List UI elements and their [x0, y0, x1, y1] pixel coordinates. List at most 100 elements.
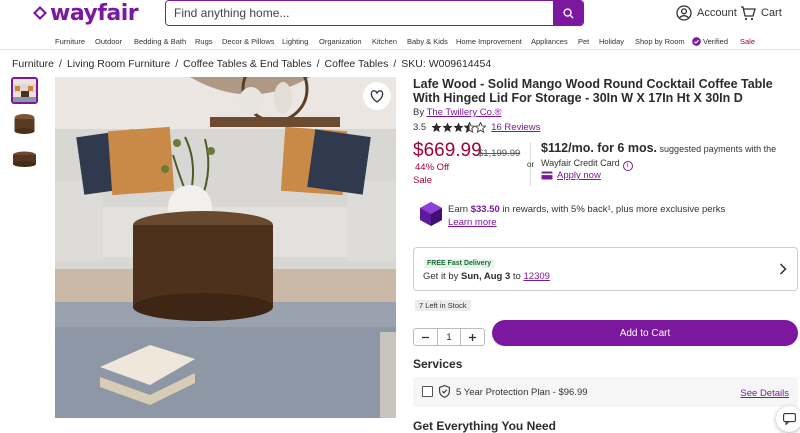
breadcrumb-separator: /: [393, 58, 397, 70]
protection-plan-label: 5 Year Protection Plan - $96.99: [456, 387, 588, 398]
nav-item-verified[interactable]: Verified: [692, 37, 728, 46]
heart-icon: [370, 89, 384, 103]
shield-icon: [439, 385, 450, 398]
rating-value: 3.5: [413, 122, 427, 133]
zip-code-link[interactable]: 12309: [524, 271, 550, 282]
thumbnail-table-side-image: [11, 146, 38, 173]
free-delivery-badge: FREE Fast Delivery: [424, 259, 495, 268]
star-icon: [453, 122, 464, 133]
nav-item-pet[interactable]: Pet: [578, 37, 589, 46]
info-icon[interactable]: i: [622, 161, 633, 171]
apply-now-row: Apply now: [541, 170, 601, 181]
nav-item-home-improvement[interactable]: Home Improvement: [456, 37, 522, 46]
chat-button[interactable]: [776, 406, 800, 432]
thumbnail-3[interactable]: [11, 146, 38, 173]
coffee-table-room-photo: [55, 77, 396, 418]
nav-item-bedding-bath[interactable]: Bedding & Bath: [134, 37, 186, 46]
nav-item-sale[interactable]: Sale: [740, 37, 755, 46]
decrease-quantity-button[interactable]: [414, 329, 437, 345]
delivery-prefix: Get it by: [423, 271, 459, 282]
thumbnail-1[interactable]: [11, 77, 38, 104]
nav-item-baby-kids[interactable]: Baby & Kids: [407, 37, 448, 46]
nav-item-appliances[interactable]: Appliances: [531, 37, 568, 46]
nav-item-organization[interactable]: Organization: [319, 37, 362, 46]
rewards-amount: $33.50: [470, 204, 500, 215]
reviews-link[interactable]: 16 Reviews: [491, 122, 540, 133]
plus-icon: [469, 333, 477, 341]
logo-text: wayfair: [50, 0, 139, 26]
star-icon: [442, 122, 453, 133]
account-button[interactable]: Account: [676, 5, 737, 21]
quantity-stepper: 1: [413, 328, 485, 346]
everything-heading: Get Everything You Need: [413, 419, 556, 433]
financing-info: $112/mo. for 6 mos. suggested payments w…: [541, 141, 796, 171]
rating-stars: [431, 122, 487, 133]
stock-badge: 7 Left in Stock: [415, 300, 471, 311]
delivery-estimate: Get it by Sun, Aug 3 to 12309: [423, 271, 550, 282]
thumbnail-2[interactable]: [11, 111, 38, 138]
wayfair-logo[interactable]: wayfair: [32, 0, 139, 26]
delivery-box[interactable]: FREE Fast Delivery Get it by Sun, Aug 3 …: [413, 247, 798, 291]
nav-item-rugs[interactable]: Rugs: [195, 37, 213, 46]
cart-label: Cart: [761, 7, 782, 19]
sale-label: Sale: [413, 175, 433, 186]
see-details-link[interactable]: See Details: [740, 388, 789, 399]
product-brand-line: By The Twillery Co.®: [413, 107, 502, 118]
cart-button[interactable]: Cart: [740, 5, 782, 21]
breadcrumb-separator: /: [316, 58, 320, 70]
learn-more-link[interactable]: Learn more: [448, 217, 497, 228]
product-title: Lafe Wood - Solid Mango Wood Round Cockt…: [413, 77, 773, 105]
rewards-icon: [420, 202, 442, 226]
credit-card-icon: [541, 171, 553, 180]
by-label: By: [413, 107, 425, 118]
brand-link[interactable]: The Twillery Co.®: [427, 107, 502, 118]
nav-item-kitchen[interactable]: Kitchen: [372, 37, 397, 46]
nav-item-holiday[interactable]: Holiday: [599, 37, 624, 46]
search-button[interactable]: [553, 1, 583, 25]
rating-row: 3.5 16 Reviews: [413, 122, 540, 133]
main-product-image[interactable]: [55, 77, 396, 418]
rewards-row: Earn $33.50 in rewards, with 5% back¹, p…: [420, 202, 725, 229]
nav-verified-label: Verified: [703, 37, 729, 46]
apply-now-link[interactable]: Apply now: [557, 170, 601, 181]
breadcrumb: Furniture / Living Room Furniture / Coffee T…: [12, 58, 491, 70]
account-icon: [676, 5, 692, 21]
quantity-value[interactable]: 1: [436, 329, 462, 345]
breadcrumb-sku: SKU: W009614454: [401, 58, 492, 70]
services-heading: Services: [413, 357, 463, 371]
search-input[interactable]: [166, 1, 553, 25]
rewards-text: Earn $33.50 in rewards, with 5% back¹, p…: [448, 203, 725, 229]
star-half-icon: [464, 122, 476, 133]
original-price: $1,199.99: [478, 148, 521, 159]
wishlist-button[interactable]: [363, 82, 391, 110]
breadcrumb-coffee-end-tables[interactable]: Coffee Tables & End Tables: [183, 58, 311, 70]
breadcrumb-living-room-furniture[interactable]: Living Room Furniture: [67, 58, 170, 70]
chevron-right-icon: [779, 263, 787, 275]
thumbnail-table-open-image: [11, 111, 38, 138]
breadcrumb-separator: /: [175, 58, 179, 70]
nav-item-lighting[interactable]: Lighting: [282, 37, 308, 46]
sale-price: $669.99: [413, 140, 482, 161]
minus-icon: [421, 336, 429, 338]
header: wayfair Account Cart: [0, 0, 800, 32]
nav-item-decor-pillows[interactable]: Decor & Pillows: [222, 37, 275, 46]
category-nav: Furniture Outdoor Bedding & Bath Rugs De…: [0, 33, 800, 50]
breadcrumb-coffee-tables[interactable]: Coffee Tables: [325, 58, 389, 70]
or-label: or: [527, 160, 535, 169]
protection-plan-row: 5 Year Protection Plan - $96.99 See Deta…: [413, 377, 798, 407]
add-to-cart-button[interactable]: Add to Cart: [492, 320, 798, 346]
chat-icon: [782, 413, 796, 425]
discount-percent: 44% Off: [415, 162, 450, 173]
rewards-prefix: Earn: [448, 204, 469, 215]
breadcrumb-furniture[interactable]: Furniture: [12, 58, 54, 70]
search-bar: [165, 0, 584, 26]
protection-plan-checkbox[interactable]: [422, 386, 433, 397]
delivery-to: to: [512, 271, 521, 282]
star-empty-icon: [475, 122, 487, 133]
delivery-date: Sun, Aug 3: [461, 271, 511, 282]
account-label: Account: [697, 7, 737, 19]
nav-item-outdoor[interactable]: Outdoor: [95, 37, 122, 46]
nav-item-furniture[interactable]: Furniture: [55, 37, 85, 46]
increase-quantity-button[interactable]: [461, 329, 484, 345]
nav-item-shop-by-room[interactable]: Shop by Room: [635, 37, 685, 46]
